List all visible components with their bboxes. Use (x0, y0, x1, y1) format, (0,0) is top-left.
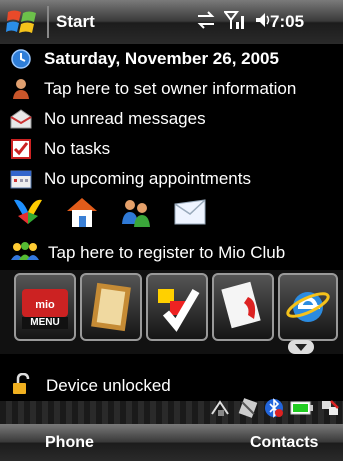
picture-frame-tile[interactable] (80, 273, 142, 341)
mio-club-people-icon (10, 241, 40, 266)
messages-row[interactable]: No unread messages (0, 104, 343, 134)
contacts-people-icon[interactable] (118, 194, 154, 230)
card-icon[interactable] (238, 398, 258, 423)
title-separator (47, 6, 49, 38)
appointments-row[interactable]: No upcoming appointments (0, 164, 343, 194)
internet-explorer-tile[interactable] (278, 273, 338, 341)
messages-label: No unread messages (44, 109, 206, 128)
mio-club-row[interactable]: Tap here to register to Mio Club (0, 238, 343, 268)
windows-logo-icon[interactable] (6, 6, 40, 38)
menu-tile-label: MENU (30, 317, 60, 328)
sync-icon[interactable] (196, 11, 216, 34)
quick-launch-row (10, 194, 208, 230)
connectivity-icon[interactable] (320, 398, 340, 423)
bluetooth-icon[interactable] (264, 398, 284, 423)
owner-row[interactable]: Tap here to set owner information (0, 74, 343, 104)
clock-icon (10, 48, 32, 70)
calendar-icon (10, 168, 32, 190)
app-tile-strip: mio MENU (0, 270, 343, 354)
tasks-row[interactable]: No tasks (0, 134, 343, 164)
envelope-icon[interactable] (172, 194, 208, 230)
softkey-bar: Phone Contacts (0, 424, 343, 461)
checklist-tile[interactable] (146, 273, 208, 341)
battery-icon[interactable] (290, 401, 314, 420)
title-bar: Start 7:05 (0, 0, 343, 44)
device-lock-row[interactable]: Device unlocked (0, 371, 343, 401)
date-row[interactable]: Saturday, November 26, 2005 (0, 44, 343, 74)
today-screen: Saturday, November 26, 2005 Tap here to … (0, 44, 343, 438)
appointments-label: No upcoming appointments (44, 169, 251, 188)
home-icon[interactable] (64, 194, 100, 230)
clock[interactable]: 7:05 (270, 12, 304, 32)
tiles-scroll-down-button[interactable] (288, 340, 314, 354)
contacts-softkey[interactable]: Contacts (250, 434, 318, 452)
phone-softkey[interactable]: Phone (45, 434, 94, 452)
mio-menu-tile[interactable]: mio MENU (14, 273, 76, 341)
date-label: Saturday, November 26, 2005 (44, 49, 279, 68)
phone-tile[interactable] (212, 273, 274, 341)
tasks-label: No tasks (44, 139, 111, 158)
signal-icon[interactable] (223, 10, 246, 35)
svg-text:mio: mio (35, 299, 55, 311)
owner-label: Tap here to set owner information (44, 79, 297, 98)
padlock-unlocked-icon (12, 372, 32, 400)
mio-club-label: Tap here to register to Mio Club (48, 243, 286, 262)
system-tray (210, 398, 340, 423)
device-lock-label: Device unlocked (46, 376, 171, 395)
start-menu-label[interactable]: Start (56, 12, 95, 32)
envelope-open-icon (10, 108, 32, 130)
task-check-icon (10, 138, 32, 160)
status-icons (196, 10, 272, 35)
owner-person-icon (10, 78, 32, 100)
wifi-icon[interactable] (210, 398, 232, 423)
msn-butterfly-icon[interactable] (10, 194, 46, 230)
